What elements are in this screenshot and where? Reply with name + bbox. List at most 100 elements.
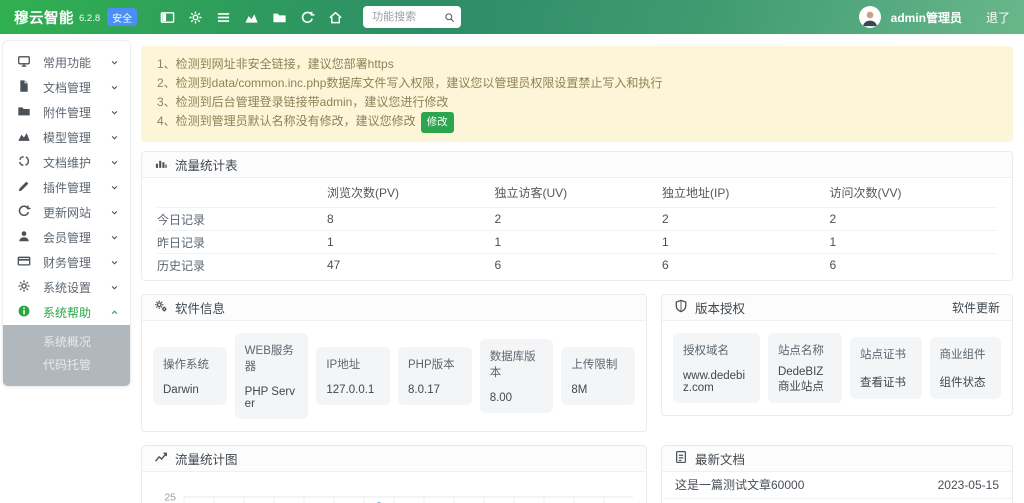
card-label: IP地址: [326, 356, 380, 372]
sidebar-subitem-code-hosting[interactable]: 代码托管: [3, 354, 130, 377]
user-name[interactable]: admin管理员: [891, 9, 962, 26]
software-info-header: 软件信息: [142, 295, 646, 321]
logout-link[interactable]: 退了: [986, 9, 1010, 26]
home-icon[interactable]: [321, 5, 349, 29]
component-status-link[interactable]: 组件状态: [940, 374, 992, 390]
sidebar-item-label: 文档管理: [43, 79, 91, 96]
software-update-link[interactable]: 软件更新: [952, 299, 1000, 316]
sidebar-item-label: 系统设置: [43, 279, 91, 296]
sidebar-item-plugins[interactable]: 插件管理: [3, 175, 130, 200]
card-value: PHP Server: [245, 386, 299, 410]
info-icon: [17, 304, 31, 321]
table-row: 今日记录 8 2 2 2: [157, 207, 997, 230]
gear-icon: [17, 279, 31, 296]
cell-value: 6: [495, 258, 663, 272]
latest-docs-panel: 最新文档 这是一篇测试文章60000 2023-05-15 这是一篇测试文章59…: [661, 445, 1013, 503]
search-icon[interactable]: [444, 10, 455, 28]
info-card-ip: IP地址 127.0.0.1: [316, 347, 390, 405]
card-label: 商业组件: [940, 346, 992, 362]
sidebar-item-finance[interactable]: 财务管理: [3, 250, 130, 275]
avatar[interactable]: [859, 6, 881, 28]
sidebar-item-models[interactable]: 模型管理: [3, 125, 130, 150]
list-item: 这是一篇测试文章60000 2023-05-15: [662, 472, 1012, 498]
sidebar-item-attachments[interactable]: 附件管理: [3, 100, 130, 125]
sidebar-item-members[interactable]: 会员管理: [3, 225, 130, 250]
cell-value: 2: [495, 212, 663, 226]
info-card-php: PHP版本 8.0.17: [398, 347, 472, 405]
card-value: Darwin: [163, 384, 217, 396]
sidebar-item-label: 附件管理: [43, 104, 91, 121]
cell-value: 2: [830, 212, 998, 226]
admin-dashboard: 穆云智能 6.2.8 安全 admin管理员 退了 常用功能: [0, 0, 1024, 503]
chevron-down-icon: [109, 257, 120, 268]
license-card-sitename: 站点名称 DedeBIZ商业站点: [768, 333, 842, 403]
license-cards: 授权域名 www.dedebiz.com 站点名称 DedeBIZ商业站点 站点…: [662, 321, 1012, 415]
card-value: 8.0.17: [408, 384, 462, 396]
refresh-icon[interactable]: [293, 5, 321, 29]
sidebar-item-settings[interactable]: 系统设置: [3, 275, 130, 300]
card-value: DedeBIZ商业站点: [778, 366, 832, 394]
license-card-domain: 授权域名 www.dedebiz.com: [673, 333, 760, 403]
row-label: 今日记录: [157, 211, 327, 228]
chevron-down-icon: [109, 232, 120, 243]
traffic-chart-panel: 流量统计图: [141, 445, 647, 503]
gears-icon: [154, 299, 168, 316]
modify-button[interactable]: 修改: [421, 112, 454, 133]
alert-line: 4、检测到管理员默认名称没有修改，建议您修改修改: [157, 112, 997, 133]
menu-icon[interactable]: [209, 5, 237, 29]
sidebar-item-update-site[interactable]: 更新网站: [3, 200, 130, 225]
panel-title: 流量统计图: [175, 449, 238, 468]
software-info-panel: 软件信息 操作系统 Darwin WEB服务器 PHP Server IP地址 …: [141, 294, 647, 432]
topbar-user-area: admin管理员 退了: [859, 6, 1010, 28]
sidebar-item-label: 文档维护: [43, 154, 91, 171]
card-value: www.dedebiz.com: [683, 370, 750, 394]
latest-docs-header: 最新文档: [662, 446, 1012, 472]
chevron-down-icon: [109, 132, 120, 143]
sidebar-submenu: 系统概况 代码托管: [3, 325, 130, 386]
license-panel: 版本授权 软件更新 授权域名 www.dedebiz.com 站点名称 Dede…: [661, 294, 1013, 416]
gear-icon[interactable]: [181, 5, 209, 29]
chart-icon[interactable]: [237, 5, 265, 29]
cell-value: 6: [830, 258, 998, 272]
traffic-line-chart-svg: 25 20: [157, 480, 633, 503]
chevron-down-icon: [109, 282, 120, 293]
cell-value: 1: [662, 235, 830, 249]
folder-icon[interactable]: [265, 5, 293, 29]
latest-docs-list: 这是一篇测试文章60000 2023-05-15 这是一篇测试文章59999 2…: [662, 472, 1012, 503]
user-icon: [17, 229, 31, 246]
traffic-table-panel: 流量统计表 浏览次数(PV) 独立访客(UV) 独立地址(IP) 访问次数(VV…: [141, 151, 1013, 281]
table-header-row: 浏览次数(PV) 独立访客(UV) 独立地址(IP) 访问次数(VV): [157, 178, 997, 207]
card-label: 授权域名: [683, 342, 750, 358]
brand-logo[interactable]: 穆云智能 6.2.8 安全: [14, 7, 137, 28]
license-card-certificate: 站点证书 查看证书: [850, 337, 922, 399]
doc-title-link[interactable]: 这是一篇测试文章60000: [675, 476, 804, 493]
panel-icon[interactable]: [153, 5, 181, 29]
chevron-down-icon: [109, 182, 120, 193]
sidebar-item-doc-maintenance[interactable]: 文档维护: [3, 150, 130, 175]
alert-line-text: 4、检测到管理员默认名称没有修改，建议您修改: [157, 114, 416, 128]
cell-value: 2: [662, 212, 830, 226]
card-value: 127.0.0.1: [326, 384, 380, 396]
sidebar-item-label: 财务管理: [43, 254, 91, 271]
topbar: 穆云智能 6.2.8 安全 admin管理员 退了: [0, 0, 1024, 34]
sidebar-item-label: 更新网站: [43, 204, 91, 221]
card-label: 操作系统: [163, 356, 217, 372]
card-label: 数据库版本: [490, 348, 544, 380]
info-card-upload: 上传限制 8M: [561, 347, 635, 405]
chevron-up-icon: [109, 307, 120, 318]
chevron-down-icon: [109, 157, 120, 168]
bottom-row: 流量统计图: [141, 445, 1013, 503]
sidebar-subitem-system-overview[interactable]: 系统概况: [3, 331, 130, 354]
view-certificate-link[interactable]: 查看证书: [860, 374, 912, 390]
sidebar-item-label: 系统帮助: [43, 304, 91, 321]
row-label: 昨日记录: [157, 234, 327, 251]
topbar-icon-nav: [153, 5, 349, 29]
card-label: 站点证书: [860, 346, 912, 362]
row-label: 历史记录: [157, 257, 327, 274]
panel-title: 流量统计表: [175, 155, 238, 174]
folder-icon: [17, 104, 31, 121]
sidebar-item-common[interactable]: 常用功能: [3, 50, 130, 75]
sidebar-item-system-help[interactable]: 系统帮助: [3, 300, 130, 325]
chevron-down-icon: [109, 207, 120, 218]
sidebar-item-documents[interactable]: 文档管理: [3, 75, 130, 100]
